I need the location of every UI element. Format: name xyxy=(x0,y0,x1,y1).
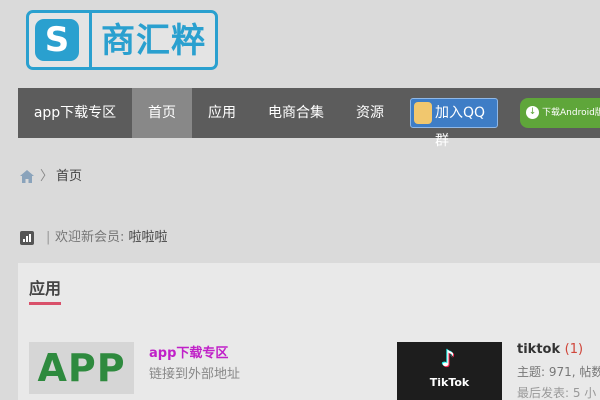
forum-name-app-download[interactable]: app下载专区 xyxy=(149,342,228,361)
forum-name-tiktok-label: tiktok xyxy=(517,342,561,357)
nav-item-home[interactable]: 首页 xyxy=(132,88,192,138)
nav-item-apps[interactable]: 应用 xyxy=(192,88,252,138)
home-icon[interactable] xyxy=(20,170,34,183)
qq-avatar-icon xyxy=(414,102,432,124)
app-forum-thumbnail[interactable]: APP xyxy=(29,342,134,394)
nav-item-ecommerce[interactable]: 电商合集 xyxy=(252,88,340,138)
download-icon: ↓ xyxy=(526,106,539,119)
nav-item-app-download[interactable]: app下载专区 xyxy=(18,88,132,138)
welcome-separator: | xyxy=(46,230,51,245)
tiktok-logo-icon: ♪ xyxy=(441,347,456,372)
qq-group-label: 加入QQ群 xyxy=(435,105,486,149)
nav-item-resources[interactable]: 资源 xyxy=(340,88,400,138)
logo-name: 商汇粹 xyxy=(101,21,206,61)
forum-new-count: (1) xyxy=(564,342,584,357)
main-nav: app下载专区 首页 应用 电商合集 资源 加入QQ群 ↓ 下载Android版 xyxy=(18,88,600,149)
breadcrumb-separator: 〉 xyxy=(40,169,54,184)
android-download-button[interactable]: ↓ 下载Android版 xyxy=(520,98,600,128)
forum-last-post: 最后发表: 5 小 xyxy=(517,386,597,400)
tiktok-forum-thumbnail[interactable]: ♪ TikTok xyxy=(397,342,502,400)
tiktok-thumb-label: TikTok xyxy=(429,376,470,389)
forum-description: 链接到外部地址 xyxy=(149,367,241,382)
stats-chart-icon xyxy=(20,231,34,245)
logo-mark: S xyxy=(35,19,79,61)
forum-name-tiktok[interactable]: tiktok (1) xyxy=(517,342,583,357)
logo-divider xyxy=(89,13,92,67)
welcome-label: 欢迎新会员: xyxy=(55,230,129,245)
welcome-text: 欢迎新会员: 啦啦啦 xyxy=(55,229,168,247)
forum-stats: 主题: 971, 帖数 xyxy=(517,365,600,379)
breadcrumb-current[interactable]: 首页 xyxy=(56,168,82,186)
android-download-label: 下载Android版 xyxy=(542,108,600,118)
new-member-link[interactable]: 啦啦啦 xyxy=(129,230,168,245)
category-title[interactable]: 应用 xyxy=(29,275,61,299)
category-title-underline xyxy=(29,302,61,305)
forum-category-card: 应用 APP app下载专区 链接到外部地址 ♪ TikTok tiktok (… xyxy=(18,263,600,400)
join-qq-group-button[interactable]: 加入QQ群 xyxy=(410,98,498,149)
site-logo[interactable]: S 商汇粹 xyxy=(26,10,218,70)
